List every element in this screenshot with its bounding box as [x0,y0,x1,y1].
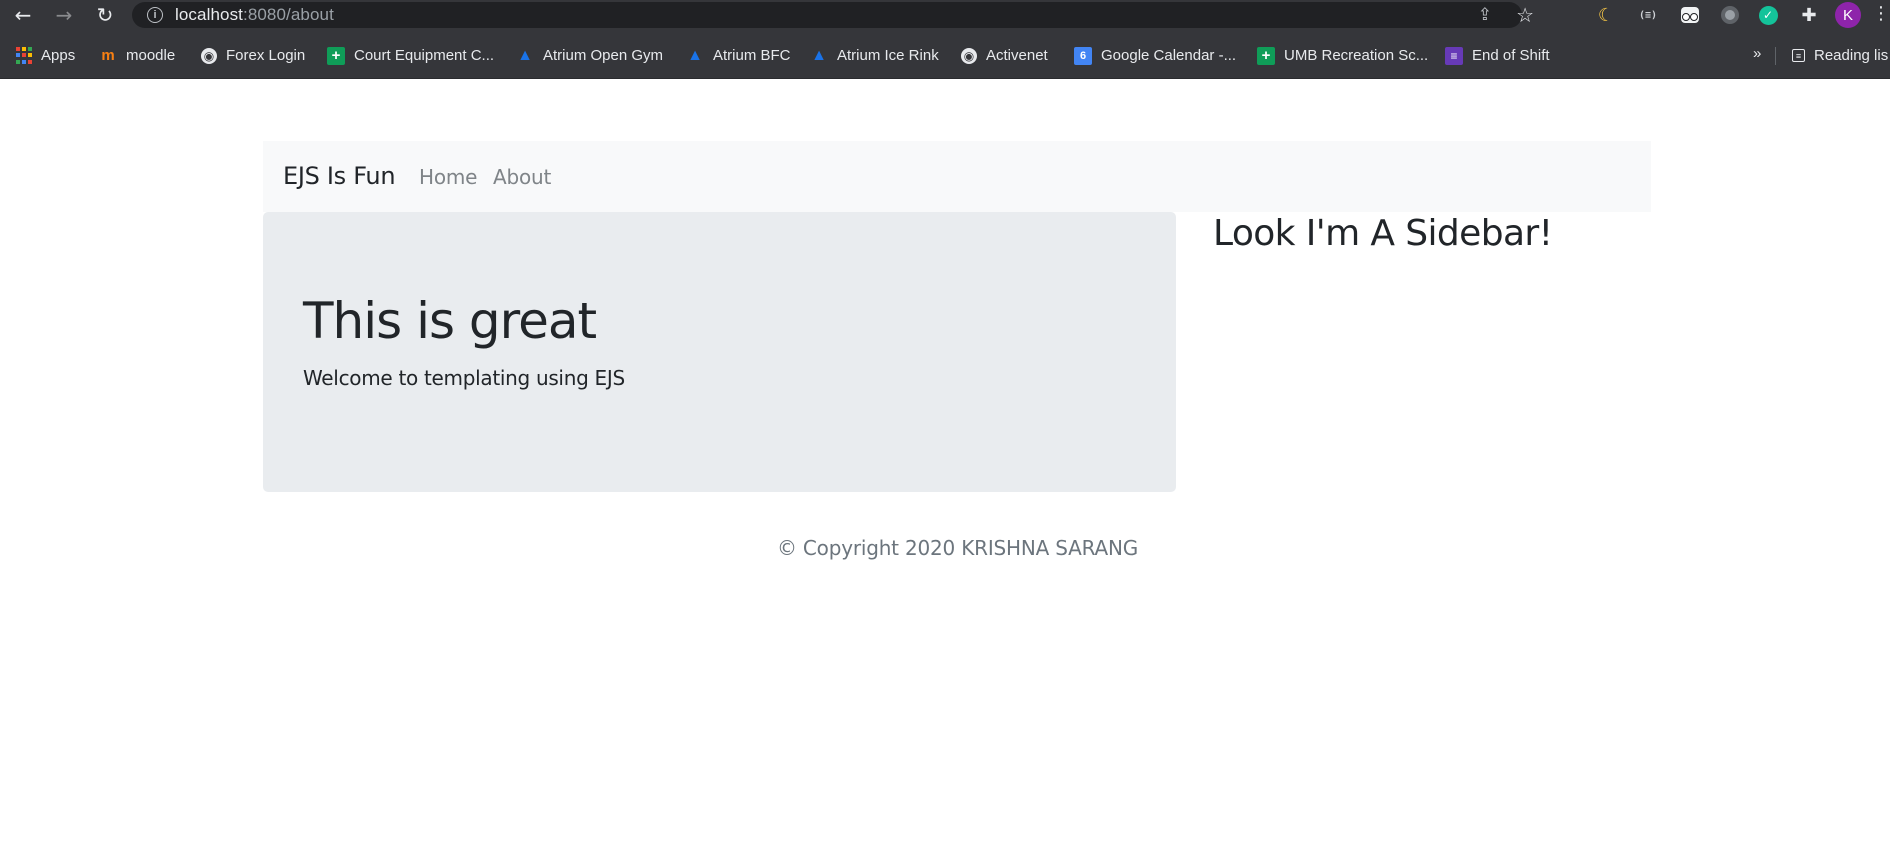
bookmark-label: Forex Login [226,47,306,64]
bookmarks-divider [1775,47,1776,65]
bookmark-court-equipment[interactable]: + Court Equipment C... [327,39,494,72]
reading-list-icon: ≡ [1792,49,1805,62]
address-bar[interactable]: i localhost:8080/about ⇪ ☆ [132,2,1534,28]
reload-icon[interactable]: ↻ [90,0,120,30]
bookmarks-overflow-icon[interactable]: » [1753,45,1761,62]
bookmark-activenet[interactable]: ◉ Activenet [961,39,1048,72]
bookmark-label: Activenet [986,47,1048,64]
circle-extension-icon[interactable] [1718,3,1742,27]
info-icon[interactable]: i [147,7,163,23]
bookmark-google-calendar[interactable]: 6 Google Calendar -... [1074,39,1236,72]
reading-list-button[interactable]: ≡ Reading lis [1792,39,1888,72]
atrium-icon: ▲ [687,46,703,64]
bookmark-label: End of Shift [1472,47,1550,64]
dark-mode-extension-icon[interactable]: ☾ [1594,3,1618,27]
extensions-puzzle-icon[interactable]: ✚ [1797,3,1821,27]
google-calendar-icon: 6 [1074,46,1092,65]
bookmark-atrium-open-gym[interactable]: ▲ Atrium Open Gym [516,39,663,72]
bookmark-umb-recreation[interactable]: + UMB Recreation Sc... [1257,39,1428,72]
url-path: :8080/about [243,5,334,24]
url-host: localhost [175,5,243,24]
forward-icon[interactable]: → [49,0,79,30]
nav-link-about[interactable]: About [493,165,551,189]
glasses-extension-icon[interactable] [1678,3,1702,27]
grammarly-extension-icon[interactable]: ✓ [1756,3,1780,27]
bookmark-star-icon[interactable]: ☆ [1516,3,1534,28]
google-sheets-icon: + [327,46,345,65]
bookmark-moodle[interactable]: m moodle [99,39,175,72]
bookmark-label: Atrium Ice Rink [837,47,939,64]
nav-link-home[interactable]: Home [419,165,477,189]
bookmark-forex-login[interactable]: ◉ Forex Login [201,39,305,72]
jumbotron-lead: Welcome to templating using EJS [303,366,625,390]
bookmark-label: Court Equipment C... [354,47,495,64]
navbar-brand[interactable]: EJS Is Fun [283,162,396,190]
share-icon[interactable]: ⇪ [1478,5,1492,25]
bookmark-label: UMB Recreation Sc... [1284,47,1429,64]
back-icon[interactable]: ← [8,0,38,30]
menu-more-icon[interactable]: ⋮ [1872,3,1890,24]
footer-copyright: © Copyright 2020 KRISHNA SARANG [776,536,1139,560]
google-sheets-icon: + [1257,46,1275,65]
bookmark-label: Apps [41,47,76,64]
moodle-icon: m [101,47,115,64]
jumbotron-title: This is great [303,292,597,350]
toolbar-spacer [0,30,1890,39]
atrium-icon: ▲ [811,46,827,64]
bookmark-label: Atrium BFC [713,47,791,64]
sidebar-title: Look I'm A Sidebar! [1213,213,1553,254]
browser-toolbar: ← → ↻ i localhost:8080/about ⇪ ☆ ☾ (≡) ✓… [0,0,1890,30]
jumbotron: This is great Welcome to templating usin… [263,212,1176,492]
site-navbar: EJS Is Fun Home About [263,141,1651,212]
bookmark-atrium-ice-rink[interactable]: ▲ Atrium Ice Rink [810,39,939,72]
bookmark-label: Google Calendar -... [1101,47,1237,64]
bookmarks-bar: Apps m moodle ◉ Forex Login + Court Equi… [0,39,1890,79]
globe-icon: ◉ [961,47,977,64]
bookmark-label: moodle [126,47,176,64]
extension-icon[interactable]: (≡) [1636,3,1660,27]
profile-avatar[interactable]: K [1835,2,1861,28]
reading-list-label: Reading lis [1814,47,1889,64]
bookmark-label: Atrium Open Gym [543,47,664,64]
google-forms-icon: ≡ [1445,46,1463,65]
bookmark-atrium-bfc[interactable]: ▲ Atrium BFC [686,39,791,72]
globe-icon: ◉ [201,47,217,64]
apps-grid-icon [16,46,32,65]
bookmark-end-of-shift[interactable]: ≡ End of Shift [1445,39,1550,72]
url-text[interactable]: localhost:8080/about [175,5,334,25]
bookmark-apps[interactable]: Apps [16,39,75,72]
atrium-icon: ▲ [517,46,533,64]
